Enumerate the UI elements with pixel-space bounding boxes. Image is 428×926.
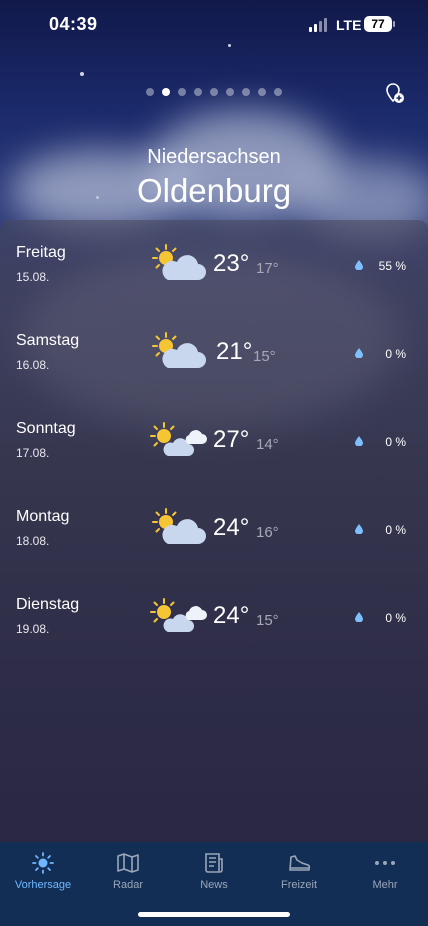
sun-clouds-icon [150,422,207,456]
precip-chance: 0 % [385,347,406,361]
page-indicator[interactable] [146,88,282,96]
tab-freizeit[interactable]: Freizeit [256,842,342,902]
temp-min: 14° [256,436,279,453]
raindrop-icon [355,260,363,270]
day-name: Sonntag [16,420,76,437]
temp-min: 15° [253,348,276,365]
region-name: Niedersachsen [147,146,281,168]
page-dot[interactable] [210,88,218,96]
raindrop-icon [355,348,363,358]
forecast-row[interactable]: Dienstag 19.08. 24° 15° 0 % [0,574,428,644]
page-dot-active[interactable] [162,88,170,96]
forecast-row[interactable]: Freitag 15.08. 23° 17° 55 % [0,222,428,292]
shoe-icon [289,855,311,871]
forecast-row[interactable]: Samstag 16.08. 21° 15° 0 % [0,310,428,380]
temp-max: 24° [213,602,250,629]
partly-cloudy-icon [152,332,206,368]
page-dot[interactable] [146,88,154,96]
tab-mehr[interactable]: Mehr [342,842,428,902]
day-name: Samstag [16,332,80,349]
temp-min: 16° [256,524,279,541]
sun-icon [32,852,54,874]
page-dot[interactable] [242,88,250,96]
page-dot[interactable] [274,88,282,96]
day-date: 15.08. [16,270,50,284]
tab-vorhersage[interactable]: Vorhersage [0,842,86,902]
sun-clouds-icon [150,598,207,632]
battery-tip [393,21,395,27]
signal-icon [309,18,327,32]
more-icon [375,861,395,865]
city-name: Oldenburg [136,172,292,209]
network-label: LTE [336,17,362,33]
raindrop-icon [355,436,363,446]
precip-chance: 0 % [385,611,406,625]
tab-label: Radar [113,879,143,891]
page-dot[interactable] [194,88,202,96]
tab-news[interactable]: News [171,842,257,902]
newspaper-icon [205,853,223,873]
day-name: Dienstag [16,596,80,613]
status-time: 04:39 [49,14,98,34]
temp-max: 27° [213,426,250,453]
forecast-row[interactable]: Montag 18.08. 24° 16° 0 % [0,486,428,556]
tab-label: Mehr [372,879,398,891]
page-dot[interactable] [178,88,186,96]
day-date: 18.08. [16,534,50,548]
map-icon [117,853,139,873]
day-date: 17.08. [16,446,50,460]
precip-chance: 0 % [385,523,406,537]
forecast-row[interactable]: Sonntag 17.08. 27° 14° 0 % [0,398,428,468]
precip-chance: 55 % [378,259,406,273]
tab-radar[interactable]: Radar [85,842,171,902]
tab-label: News [200,879,228,891]
partly-cloudy-icon [152,508,206,544]
tab-label: Freizeit [280,879,318,891]
home-indicator[interactable] [138,912,290,917]
precip-chance: 0 % [385,435,406,449]
day-date: 16.08. [16,358,50,372]
temp-max: 21° [216,338,253,365]
battery-icon: 77 [364,16,392,32]
star [80,72,84,76]
raindrop-icon [355,524,363,534]
page-dot[interactable] [258,88,266,96]
tab-label: Vorhersage [14,879,72,891]
add-location-icon[interactable] [384,82,406,106]
temp-max: 23° [213,250,250,277]
status-bar: 04:39 LTE 77 [0,0,428,52]
temp-min: 17° [256,260,279,277]
day-name: Freitag [16,244,66,261]
day-name: Montag [16,508,70,525]
temp-max: 24° [213,514,250,541]
raindrop-icon [355,612,363,622]
temp-min: 15° [256,612,279,629]
day-date: 19.08. [16,622,50,636]
page-dot[interactable] [226,88,234,96]
partly-cloudy-icon [152,244,206,280]
